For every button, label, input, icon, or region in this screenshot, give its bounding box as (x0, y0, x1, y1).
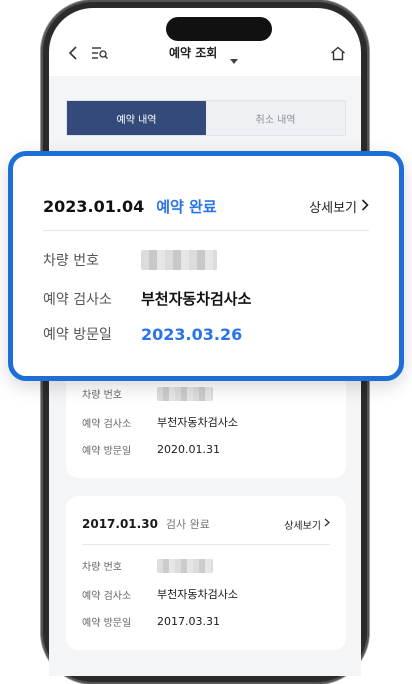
card-divider (82, 544, 330, 545)
center-label: 예약 검사소 (82, 418, 132, 430)
car-number-blurred (157, 386, 213, 401)
center-value: 부천자동차검사소 (157, 588, 238, 601)
detail-label: 상세보기 (284, 520, 321, 532)
highlighted-reservation-card[interactable]: 2023.01.04 예약 완료 상세보기 차량 번호 예약 검사소 부천자동차… (8, 151, 404, 381)
chevron-right-icon (361, 198, 369, 215)
center-value: 부천자동차검사소 (157, 416, 238, 429)
card-divider (43, 230, 369, 231)
reservation-date: 2023.01.04 (43, 197, 145, 216)
tab-reservations[interactable]: 예약 내역 (67, 101, 206, 135)
detail-link[interactable]: 상세보기 (309, 197, 369, 216)
center-row: 예약 검사소 부천자동차검사소 (82, 586, 238, 602)
visit-date-label: 예약 방문일 (82, 446, 132, 457)
page-title[interactable]: 예약 조회 (169, 44, 217, 61)
car-number-row: 차량 번호 (82, 558, 213, 573)
status-badge: 예약 완료 (156, 198, 217, 216)
visit-date-label: 예약 방문일 (82, 618, 132, 629)
car-number-row: 차량 번호 (43, 250, 217, 270)
detail-link[interactable]: 상세보기 (284, 517, 330, 532)
center-label: 예약 검사소 (43, 291, 112, 308)
menu-search-icon[interactable] (91, 44, 109, 62)
car-number-blurred (157, 558, 213, 573)
reservation-tabs: 예약 내역 취소 내역 (66, 100, 346, 136)
center-label: 예약 검사소 (82, 590, 132, 602)
phone-notch (166, 17, 272, 41)
center-row: 예약 검사소 부천자동차검사소 (82, 414, 238, 430)
visit-date-row: 예약 방문일 2017.03.31 (82, 614, 220, 629)
car-number-label: 차량 번호 (43, 253, 99, 269)
card-header: 2023.01.04 예약 완료 상세보기 (43, 196, 369, 217)
home-icon[interactable] (329, 44, 347, 62)
visit-date-label: 예약 방문일 (43, 327, 112, 343)
visit-date-value: 2020.01.31 (157, 443, 220, 456)
reservation-card: 2017.01.30 검사 완료 상세보기 차량 번호 예약 검사소 부천자동차… (66, 496, 346, 650)
center-row: 예약 검사소 부천자동차검사소 (43, 288, 251, 309)
car-number-label: 차량 번호 (82, 390, 122, 401)
detail-label: 상세보기 (309, 201, 357, 216)
chevron-left-icon[interactable] (65, 44, 83, 62)
car-number-blurred (141, 250, 217, 270)
reservation-card: 차량 번호 예약 검사소 부천자동차검사소 예약 방문일 2020.01.31 (66, 364, 346, 478)
app-header: 예약 조회 (49, 40, 361, 66)
visit-date-row: 예약 방문일 2020.01.31 (82, 442, 220, 457)
visit-date-value: 2023.03.26 (141, 324, 243, 344)
car-number-label: 차량 번호 (82, 562, 122, 573)
caret-down-icon[interactable] (230, 49, 238, 68)
visit-date-row: 예약 방문일 2023.03.26 (43, 324, 242, 344)
reservation-date: 2017.01.30 (82, 517, 158, 531)
tab-cancellations[interactable]: 취소 내역 (206, 101, 345, 135)
chevron-right-icon (324, 518, 330, 530)
center-value: 부천자동차검사소 (141, 290, 252, 308)
status-badge: 검사 완료 (165, 518, 210, 531)
visit-date-value: 2017.03.31 (157, 615, 220, 628)
car-number-row: 차량 번호 (82, 386, 213, 401)
card-header: 2017.01.30 검사 완료 상세보기 (82, 516, 330, 532)
